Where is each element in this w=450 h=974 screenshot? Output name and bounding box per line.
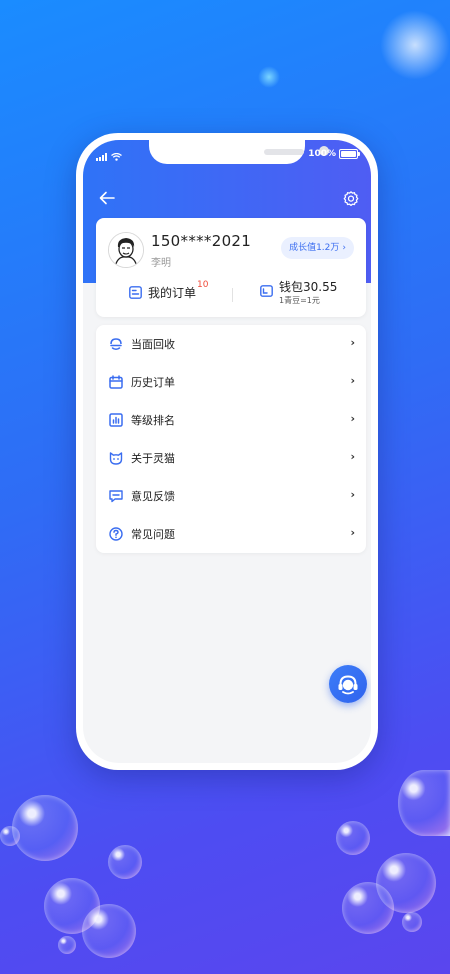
bubble-decoration (0, 826, 20, 846)
avatar[interactable] (108, 232, 144, 268)
signal-icon (96, 150, 108, 161)
bubble-decoration (398, 770, 450, 836)
wifi-icon (111, 153, 122, 161)
light-glow (258, 66, 280, 88)
bar-chart-icon (109, 413, 123, 427)
user-phone: 150****2021 (151, 232, 252, 250)
battery-percent: 100% (308, 149, 336, 159)
chevron-right-icon: › (350, 374, 355, 387)
bubble-decoration (58, 936, 76, 954)
my-orders-button[interactable]: 我的订单 10 (129, 280, 208, 301)
chevron-right-icon: › (350, 412, 355, 425)
recycle-icon (110, 338, 122, 350)
battery-icon (339, 149, 360, 159)
bubble-decoration (12, 795, 78, 861)
settings-button[interactable] (342, 190, 362, 210)
menu-item-label: 等级排名 (131, 414, 175, 427)
wallet-icon (260, 285, 273, 297)
avatar-image (109, 233, 143, 267)
wallet-button[interactable]: 钱包30.55 1青豆=1元 (260, 280, 337, 306)
bubble-decoration (342, 882, 394, 934)
menu-item-about[interactable]: 关于灵猫 › (96, 439, 366, 477)
user-name: 李明 (151, 258, 171, 269)
bubble-decoration (108, 845, 142, 879)
menu-item-label: 常见问题 (131, 528, 175, 541)
chevron-right-icon: › (350, 488, 355, 501)
wallet-balance: 钱包30.55 (279, 280, 338, 294)
menu-item-history-orders[interactable]: 历史订单 › (96, 363, 366, 401)
status-bar-right: 100% (308, 149, 360, 159)
question-icon (109, 527, 123, 541)
growth-value-button[interactable]: 成长值1.2万 › (281, 237, 354, 259)
menu-item-label: 历史订单 (131, 376, 175, 389)
orders-count-badge: 10 (197, 280, 209, 290)
chevron-right-icon: › (350, 526, 355, 539)
order-list-icon (129, 286, 142, 299)
profile-card: 150****2021 李明 成长值1.2万 › 我的订单 10 钱包30.55… (96, 218, 366, 317)
headset-icon (338, 675, 358, 695)
divider (232, 288, 233, 302)
gear-icon (343, 191, 359, 207)
wallet-exchange-rate: 1青豆=1元 (279, 296, 320, 305)
chevron-right-icon: › (350, 450, 355, 463)
calendar-icon (109, 375, 123, 389)
menu-item-recycle[interactable]: 当面回收 › (96, 325, 366, 363)
app-screen: 100% 150****2021 李明 成长值1.2万 › 我的订单 10 钱包… (83, 140, 371, 763)
phone-notch (149, 140, 329, 164)
light-glow (380, 10, 450, 80)
cat-icon (109, 452, 123, 465)
chevron-right-icon: › (350, 336, 355, 349)
my-orders-label: 我的订单 (148, 286, 197, 300)
speaker (264, 149, 304, 155)
bubble-decoration (402, 912, 422, 932)
menu-item-label: 当面回收 (131, 338, 175, 351)
customer-service-button[interactable] (329, 665, 367, 703)
menu-item-label: 意见反馈 (131, 490, 175, 503)
menu-item-faq[interactable]: 常见问题 › (96, 515, 366, 553)
bubble-decoration (82, 904, 136, 958)
feedback-icon (109, 490, 123, 503)
back-arrow-icon (99, 191, 115, 205)
growth-value-label: 成长值1.2万 (289, 243, 340, 253)
bubble-decoration (336, 821, 370, 855)
status-bar-left (96, 150, 122, 161)
menu-item-feedback[interactable]: 意见反馈 › (96, 477, 366, 515)
back-button[interactable] (99, 190, 121, 210)
menu-item-ranking[interactable]: 等级排名 › (96, 401, 366, 439)
menu-list: 当面回收 › 历史订单 › 等级排名 › 关于灵猫 › 意见反馈 › 常见问题 … (96, 325, 366, 553)
phone-mockup: 100% 150****2021 李明 成长值1.2万 › 我的订单 10 钱包… (76, 133, 378, 770)
menu-item-label: 关于灵猫 (131, 452, 175, 465)
chevron-right-icon: › (342, 243, 346, 253)
